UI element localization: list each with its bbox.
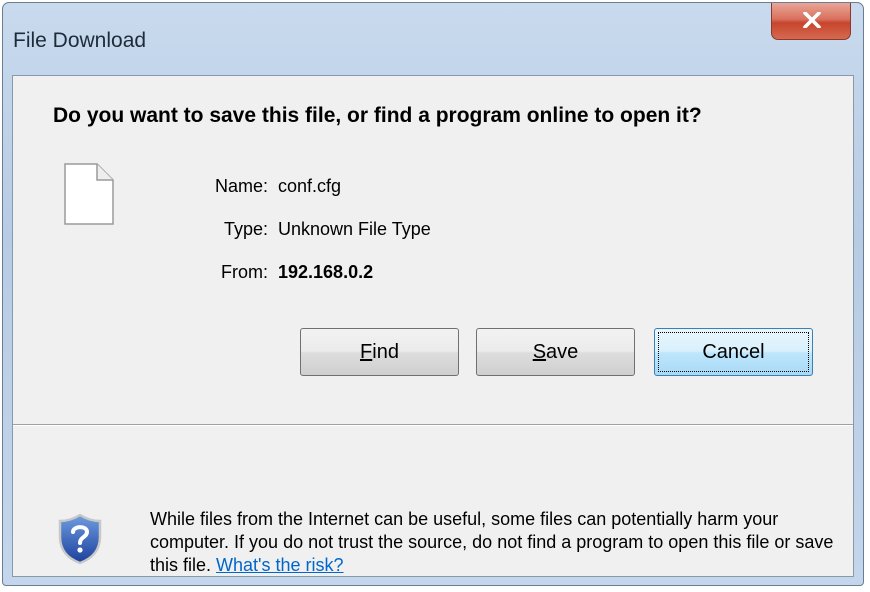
title-bar[interactable]: File Download bbox=[3, 3, 863, 75]
warning-text: While files from the Internet can be use… bbox=[150, 508, 840, 577]
find-button[interactable]: Find bbox=[300, 328, 459, 376]
shield-question-icon bbox=[58, 513, 102, 565]
save-label: ave bbox=[546, 341, 579, 363]
dialog-question: Do you want to save this file, or find a… bbox=[53, 104, 702, 127]
dialog-body: Do you want to save this file, or find a… bbox=[12, 75, 854, 577]
window-title: File Download bbox=[13, 29, 147, 52]
generic-file-icon bbox=[64, 163, 114, 225]
find-accel: F bbox=[360, 341, 373, 363]
save-accel: S bbox=[532, 341, 547, 363]
cancel-button[interactable]: Cancel bbox=[654, 328, 813, 376]
warning-footer: While files from the Internet can be use… bbox=[13, 426, 853, 576]
whats-the-risk-link[interactable]: What's the risk? bbox=[216, 555, 343, 575]
focus-rectangle bbox=[658, 332, 809, 372]
save-button[interactable]: Save bbox=[476, 328, 635, 376]
close-button[interactable] bbox=[771, 3, 851, 40]
find-label: ind bbox=[372, 341, 399, 363]
close-icon bbox=[803, 12, 821, 28]
type-label: Type: bbox=[223, 219, 268, 239]
from-label: From: bbox=[221, 262, 268, 282]
file-source-value: 192.168.0.2 bbox=[278, 262, 374, 282]
name-label: Name: bbox=[214, 176, 268, 196]
file-name-value: conf.cfg bbox=[278, 176, 342, 196]
file-download-window: File Download Do you want to save this f… bbox=[2, 2, 864, 586]
file-type-value: Unknown File Type bbox=[278, 219, 431, 239]
